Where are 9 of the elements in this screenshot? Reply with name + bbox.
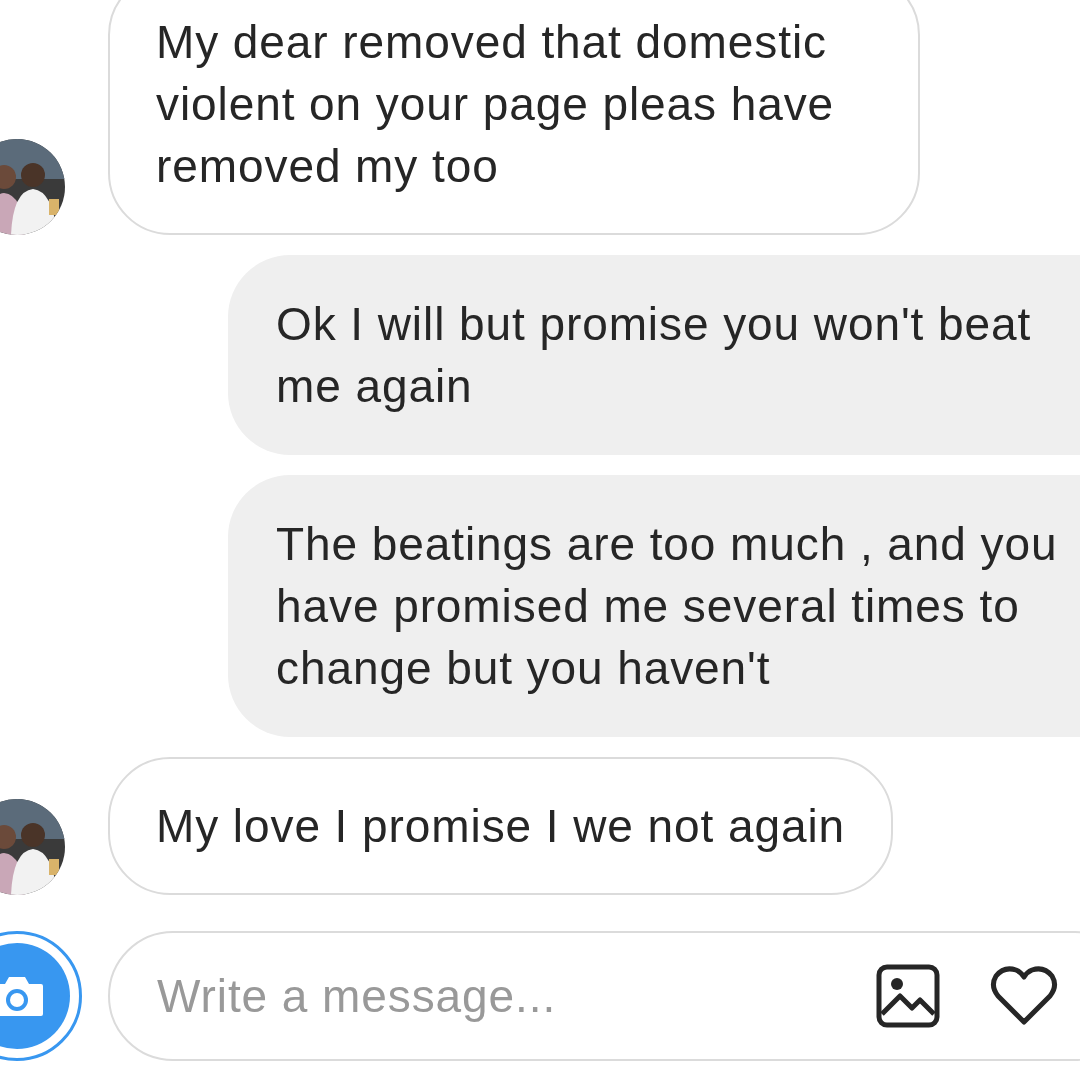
heart-icon[interactable] — [990, 966, 1058, 1026]
message-bubble: My love I promise I we not again — [108, 757, 894, 895]
message-bubble: The beatings are too much , and you have promised me several times to change but you haven't — [228, 475, 1080, 737]
message-bubble: My dear removed that domestic violent on your page pleas have removed my too — [108, 0, 920, 235]
message-composer[interactable]: Write a message... — [108, 931, 1080, 1061]
image-icon[interactable] — [876, 964, 940, 1028]
message-bubble: Ok I will but promise you won't beat me again — [228, 255, 1080, 455]
message-input-field[interactable]: Write a message... — [157, 961, 856, 1031]
camera-icon — [0, 974, 45, 1018]
